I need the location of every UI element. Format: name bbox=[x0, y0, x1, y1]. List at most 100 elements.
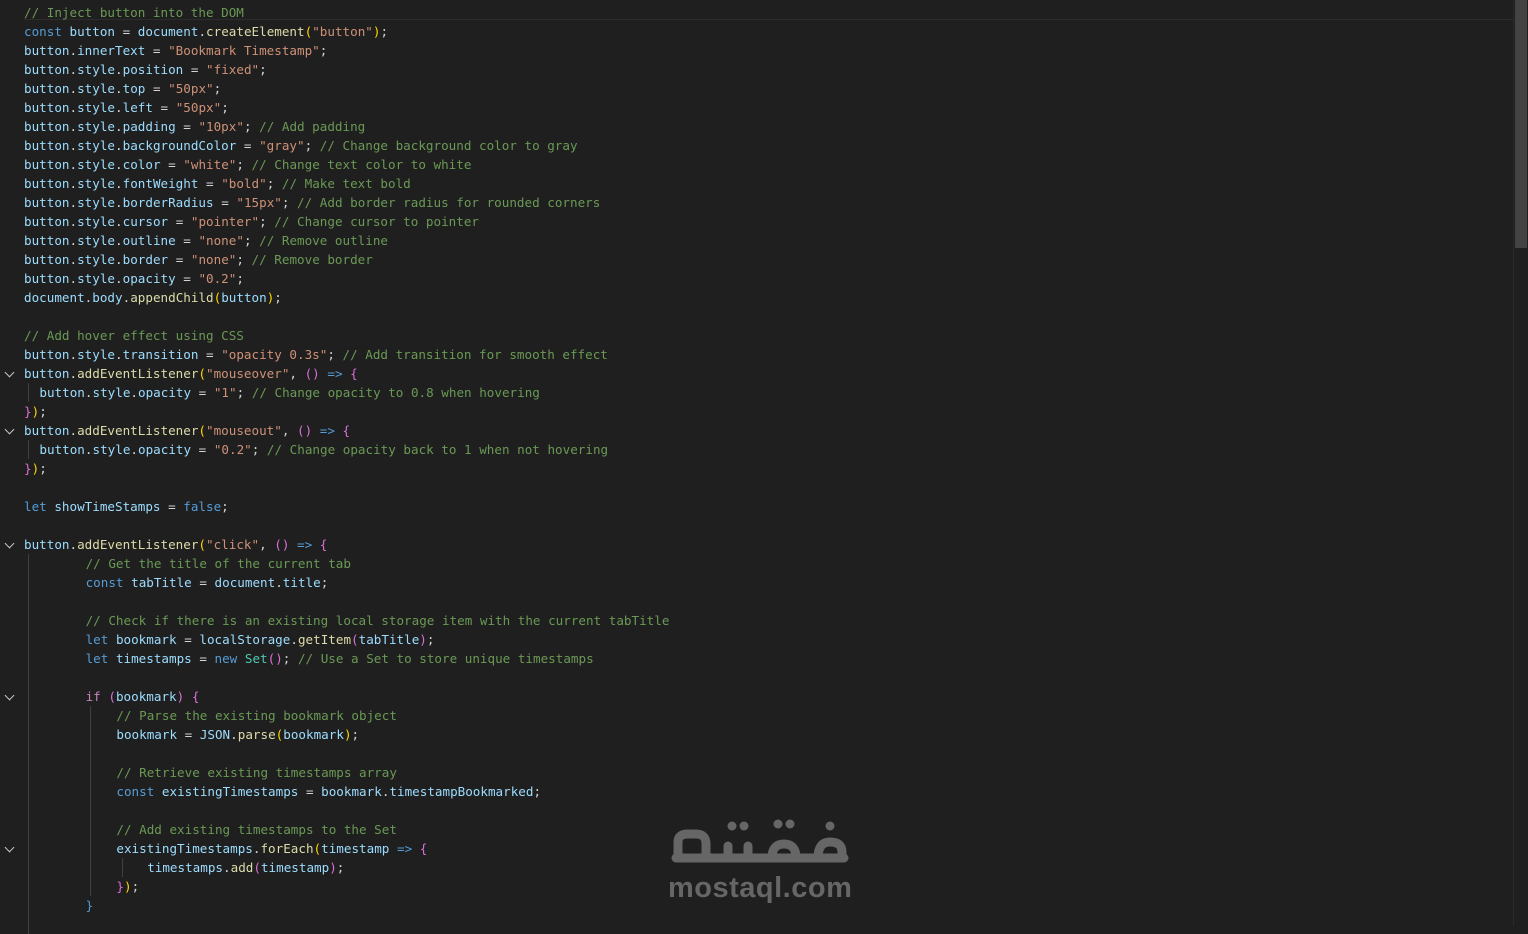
code-line[interactable]: button.style.top = "50px"; bbox=[0, 79, 1514, 98]
code-text: button.style.fontWeight = "bold"; // Mak… bbox=[24, 174, 411, 193]
code-text: button.style.opacity = "1"; // Change op… bbox=[39, 383, 539, 402]
code-line[interactable]: button.style.left = "50px"; bbox=[0, 98, 1514, 117]
code-token: = bbox=[160, 499, 184, 514]
code-token: showTimeStamps bbox=[54, 499, 161, 514]
code-token: button bbox=[24, 100, 70, 115]
code-token: ) bbox=[123, 879, 132, 894]
fold-chevron-icon[interactable] bbox=[4, 842, 15, 853]
code-line[interactable]: button.style.cursor = "pointer"; // Chan… bbox=[0, 212, 1514, 231]
code-line[interactable]: button.style.fontWeight = "bold"; // Mak… bbox=[0, 174, 1514, 193]
code-token: ; bbox=[221, 100, 229, 115]
code-text: }); bbox=[24, 402, 47, 421]
code-line[interactable]: // Inject button into the DOM bbox=[0, 3, 1514, 22]
code-token: ; bbox=[533, 784, 542, 799]
code-token: bookmark bbox=[115, 632, 177, 647]
code-line[interactable] bbox=[0, 915, 1514, 934]
code-token: borderRadius bbox=[122, 195, 214, 210]
code-text: button.style.cursor = "pointer"; // Chan… bbox=[24, 212, 479, 231]
code-line[interactable]: button.innerText = "Bookmark Timestamp"; bbox=[0, 41, 1514, 60]
fold-chevron-icon[interactable] bbox=[4, 424, 15, 435]
code-token: . bbox=[69, 119, 78, 134]
code-token: . bbox=[69, 537, 78, 552]
code-line[interactable]: button.style.transition = "opacity 0.3s"… bbox=[0, 345, 1514, 364]
code-line[interactable]: // Add hover effect using CSS bbox=[0, 326, 1514, 345]
code-line[interactable]: button.style.backgroundColor = "gray"; /… bbox=[0, 136, 1514, 155]
code-token: . bbox=[130, 385, 138, 400]
code-line[interactable]: // Parse the existing bookmark object bbox=[0, 706, 1514, 725]
code-line[interactable] bbox=[0, 478, 1514, 497]
code-line[interactable]: button.style.opacity = "0.2"; // Change … bbox=[0, 440, 1514, 459]
code-token: bookmark bbox=[283, 727, 344, 742]
code-token: button bbox=[24, 62, 70, 77]
code-line[interactable]: button.style.position = "fixed"; bbox=[0, 60, 1514, 79]
code-token: { bbox=[350, 366, 358, 381]
code-token: = bbox=[175, 119, 199, 134]
code-line[interactable]: button.addEventListener("click", () => { bbox=[0, 535, 1514, 554]
fold-chevron-icon[interactable] bbox=[4, 690, 15, 701]
code-token: button bbox=[221, 290, 267, 305]
code-token: ; bbox=[236, 271, 244, 286]
code-line[interactable]: }); bbox=[0, 402, 1514, 421]
code-line[interactable]: button.style.outline = "none"; // Remove… bbox=[0, 231, 1514, 250]
code-line[interactable]: let showTimeStamps = false; bbox=[0, 497, 1514, 516]
code-token: ; bbox=[351, 727, 360, 742]
code-line[interactable] bbox=[0, 592, 1514, 611]
code-line[interactable]: button.addEventListener("mouseout", () =… bbox=[0, 421, 1514, 440]
code-editor[interactable]: // Inject button into the DOM const butto… bbox=[0, 0, 1514, 934]
code-line[interactable]: button.style.opacity = "1"; // Change op… bbox=[0, 383, 1514, 402]
code-token: "mouseover" bbox=[206, 366, 290, 381]
code-text: button.addEventListener("mouseout", () =… bbox=[24, 421, 350, 440]
code-token: new bbox=[214, 651, 238, 666]
code-line[interactable]: button.style.borderRadius = "15px"; // A… bbox=[0, 193, 1514, 212]
code-line[interactable]: button.style.border = "none"; // Remove … bbox=[0, 250, 1514, 269]
code-text: button.addEventListener("click", () => { bbox=[24, 535, 327, 554]
code-line[interactable]: // Check if there is an existing local s… bbox=[0, 611, 1514, 630]
code-line[interactable]: // Get the title of the current tab bbox=[0, 554, 1514, 573]
watermark-text: mostaql.com bbox=[668, 872, 853, 904]
code-line[interactable]: // Retrieve existing timestamps array bbox=[0, 763, 1514, 782]
code-line[interactable]: const tabTitle = document.title; bbox=[0, 573, 1514, 592]
code-line[interactable] bbox=[0, 516, 1514, 535]
code-token: = bbox=[198, 347, 222, 362]
code-token: style bbox=[77, 214, 116, 229]
code-token: style bbox=[77, 81, 116, 96]
code-line[interactable] bbox=[0, 744, 1514, 763]
code-token: . bbox=[69, 214, 78, 229]
code-line[interactable] bbox=[0, 668, 1514, 687]
code-line[interactable]: const button = document.createElement("b… bbox=[0, 22, 1514, 41]
code-token: button bbox=[39, 442, 85, 457]
code-line[interactable]: button.style.opacity = "0.2"; bbox=[0, 269, 1514, 288]
code-line[interactable]: button.addEventListener("mouseover", () … bbox=[0, 364, 1514, 383]
code-token: body bbox=[92, 290, 123, 305]
code-token: ; bbox=[236, 385, 252, 400]
fold-chevron-icon[interactable] bbox=[4, 367, 15, 378]
code-token: => bbox=[297, 537, 313, 552]
code-line[interactable]: button.style.color = "white"; // Change … bbox=[0, 155, 1514, 174]
scrollbar-thumb[interactable] bbox=[1515, 0, 1527, 248]
code-line[interactable]: const existingTimestamps = bookmark.time… bbox=[0, 782, 1514, 801]
code-token: transition bbox=[122, 347, 199, 362]
code-token: . bbox=[69, 195, 78, 210]
code-line[interactable]: bookmark = JSON.parse(bookmark); bbox=[0, 725, 1514, 744]
code-token: timestamps bbox=[147, 860, 224, 875]
code-token: let bbox=[24, 499, 47, 514]
code-token: . bbox=[69, 138, 78, 153]
code-line[interactable]: button.style.padding = "10px"; // Add pa… bbox=[0, 117, 1514, 136]
vertical-scrollbar[interactable] bbox=[1513, 0, 1528, 926]
code-token: let bbox=[85, 651, 109, 666]
code-token: ( bbox=[198, 537, 207, 552]
code-line[interactable]: }); bbox=[0, 459, 1514, 478]
code-token: } bbox=[24, 404, 32, 419]
code-line[interactable]: let timestamps = new Set(); // Use a Set… bbox=[0, 649, 1514, 668]
code-line[interactable]: if (bookmark) { bbox=[0, 687, 1514, 706]
code-token: ; bbox=[259, 214, 275, 229]
code-token: addEventListener bbox=[77, 537, 199, 552]
fold-chevron-icon[interactable] bbox=[4, 538, 15, 549]
code-token: = bbox=[175, 233, 199, 248]
code-line[interactable]: let bookmark = localStorage.getItem(tabT… bbox=[0, 630, 1514, 649]
code-line[interactable]: document.body.appendChild(button); bbox=[0, 288, 1514, 307]
code-token: false bbox=[183, 499, 222, 514]
code-line[interactable] bbox=[0, 307, 1514, 326]
